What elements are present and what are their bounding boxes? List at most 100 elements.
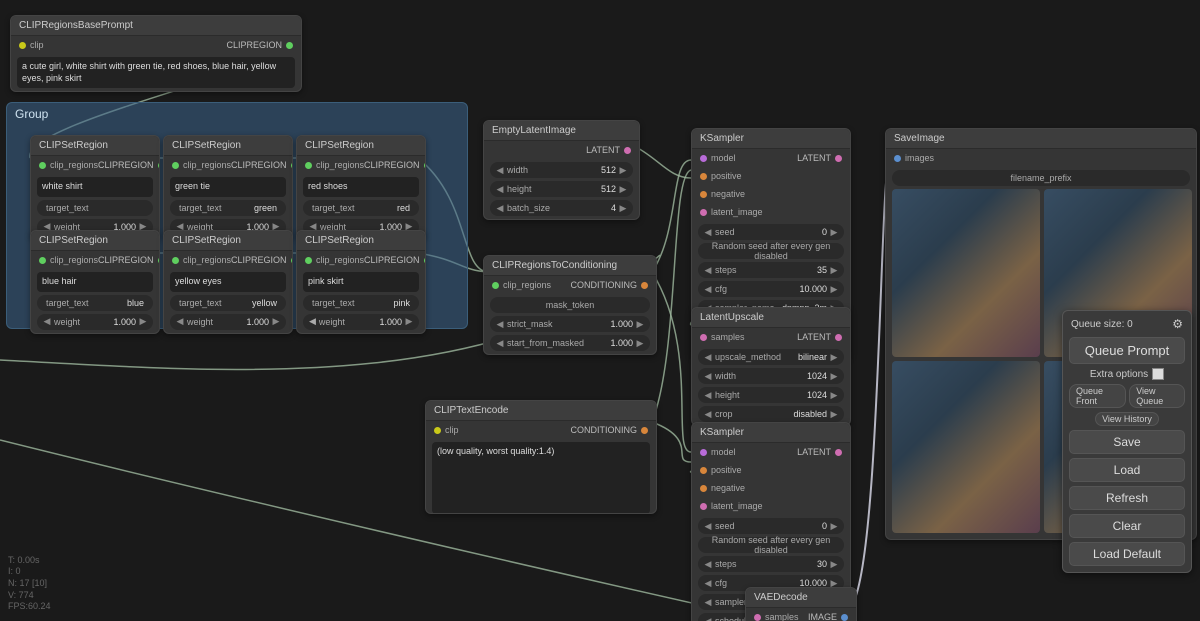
port-samples-in[interactable] (754, 614, 761, 621)
node-clip-set-region-hair[interactable]: CLIPSetRegion clip_regionsCLIPREGION blu… (30, 230, 160, 334)
port-in[interactable] (39, 162, 46, 169)
strict-mask-widget[interactable]: ◀strict_mask1.000▶ (490, 316, 650, 332)
height-widget[interactable]: ◀height512▶ (490, 181, 633, 197)
gear-icon[interactable]: ⚙ (1172, 317, 1183, 331)
steps-widget[interactable]: ◀steps35▶ (698, 262, 844, 278)
node-title: CLIPRegionsToConditioning (484, 256, 656, 276)
port-in[interactable] (172, 257, 179, 264)
node-clip-set-region-skirt[interactable]: CLIPSetRegion clip_regionsCLIPREGION pin… (296, 230, 426, 334)
region-text[interactable]: blue hair (37, 272, 153, 292)
neg-prompt-text[interactable]: (low quality, worst quality:1.4) (432, 442, 650, 514)
view-queue-button[interactable]: View Queue (1129, 384, 1185, 408)
width-widget[interactable]: ◀width1024▶ (698, 368, 844, 384)
node-clip-regions-to-conditioning[interactable]: CLIPRegionsToConditioning clip_regionsCO… (483, 255, 657, 355)
region-text[interactable]: red shoes (303, 177, 419, 197)
port-in[interactable] (172, 162, 179, 169)
cfg-widget[interactable]: ◀cfg10.000▶ (698, 281, 844, 297)
port-latent-in[interactable] (700, 503, 707, 510)
node-vae-decode[interactable]: VAEDecode samplesIMAGE vae (745, 587, 857, 621)
node-clip-set-region-tie[interactable]: CLIPSetRegion clip_regionsCLIPREGION gre… (163, 135, 293, 239)
port-out[interactable] (424, 257, 426, 264)
width-widget[interactable]: ◀width512▶ (490, 162, 633, 178)
node-graph-canvas[interactable]: Group CLIPRegionsBasePrompt clip CLIPREG… (0, 0, 1200, 621)
port-out[interactable] (291, 257, 293, 264)
port-in[interactable] (39, 257, 46, 264)
clear-button[interactable]: Clear (1069, 514, 1185, 538)
port-clip-in[interactable] (434, 427, 441, 434)
target-text-widget[interactable]: target_textyellow (170, 295, 286, 311)
port-out[interactable] (158, 162, 160, 169)
queue-prompt-button[interactable]: Queue Prompt (1069, 337, 1185, 364)
node-title: CLIPSetRegion (297, 231, 425, 251)
weight-widget[interactable]: ◀weight1.000▶ (170, 314, 286, 330)
save-button[interactable]: Save (1069, 430, 1185, 454)
random-seed-widget[interactable]: Random seed after every gen disabled (698, 537, 844, 553)
port-cond-out[interactable] (641, 282, 648, 289)
crop-widget[interactable]: ◀cropdisabled▶ (698, 406, 844, 422)
port-model-in[interactable] (700, 155, 707, 162)
node-clip-set-region-eyes[interactable]: CLIPSetRegion clip_regionsCLIPREGION yel… (163, 230, 293, 334)
port-positive-in[interactable] (700, 467, 707, 474)
region-text[interactable]: pink skirt (303, 272, 419, 292)
port-out[interactable] (291, 162, 293, 169)
port-cond-out[interactable] (641, 427, 648, 434)
upscale-method-widget[interactable]: ◀upscale_methodbilinear▶ (698, 349, 844, 365)
port-negative-in[interactable] (700, 191, 707, 198)
port-latent-in[interactable] (700, 209, 707, 216)
node-clip-regions-base-prompt[interactable]: CLIPRegionsBasePrompt clip CLIPREGION a … (10, 15, 302, 92)
port-in[interactable] (305, 257, 312, 264)
weight-widget[interactable]: ◀weight1.000▶ (303, 314, 419, 330)
height-widget[interactable]: ◀height1024▶ (698, 387, 844, 403)
node-clip-set-region-shoes[interactable]: CLIPSetRegion clip_regionsCLIPREGION red… (296, 135, 426, 239)
queue-size-label: Queue size: 0 (1071, 319, 1133, 330)
steps-widget[interactable]: ◀steps30▶ (698, 556, 844, 572)
port-label: clip (30, 40, 44, 50)
random-seed-widget[interactable]: Random seed after every gen disabled (698, 243, 844, 259)
region-text[interactable]: yellow eyes (170, 272, 286, 292)
port-latent-out[interactable] (835, 155, 842, 162)
port-latent-out[interactable] (835, 449, 842, 456)
port-samples-in[interactable] (700, 334, 707, 341)
node-title: CLIPSetRegion (164, 231, 292, 251)
port-latent-out[interactable] (624, 147, 631, 154)
node-title: KSampler (692, 423, 850, 443)
port-out[interactable] (158, 257, 160, 264)
queue-front-button[interactable]: Queue Front (1069, 384, 1126, 408)
seed-widget[interactable]: ◀seed0▶ (698, 518, 844, 534)
mask-token-widget[interactable]: mask_token (490, 297, 650, 313)
port-image-out[interactable] (841, 614, 848, 621)
port-out[interactable] (424, 162, 426, 169)
port-negative-in[interactable] (700, 485, 707, 492)
start-from-masked-widget[interactable]: ◀start_from_masked1.000▶ (490, 335, 650, 351)
node-latent-upscale[interactable]: LatentUpscale samplesLATENT ◀upscale_met… (691, 307, 851, 426)
seed-widget[interactable]: ◀seed0▶ (698, 224, 844, 240)
load-button[interactable]: Load (1069, 458, 1185, 482)
region-text[interactable]: white shirt (37, 177, 153, 197)
target-text-widget[interactable]: target_textpink (303, 295, 419, 311)
target-text-widget[interactable]: target_textred (303, 200, 419, 216)
view-history-button[interactable]: View History (1095, 412, 1159, 426)
port-model-in[interactable] (700, 449, 707, 456)
region-text[interactable]: green tie (170, 177, 286, 197)
refresh-button[interactable]: Refresh (1069, 486, 1185, 510)
port-in[interactable] (305, 162, 312, 169)
port-latent-out[interactable] (835, 334, 842, 341)
load-default-button[interactable]: Load Default (1069, 542, 1185, 566)
weight-widget[interactable]: ◀weight1.000▶ (37, 314, 153, 330)
batch-widget[interactable]: ◀batch_size4▶ (490, 200, 633, 216)
node-clip-set-region-shirt[interactable]: CLIPSetRegion clip_regionsCLIPREGION whi… (30, 135, 160, 239)
port-positive-in[interactable] (700, 173, 707, 180)
target-text-widget[interactable]: target_text (37, 200, 153, 216)
port-in[interactable] (492, 282, 499, 289)
port-clip-in[interactable] (19, 42, 26, 49)
prompt-text[interactable]: a cute girl, white shirt with green tie,… (17, 57, 295, 88)
node-empty-latent-image[interactable]: EmptyLatentImage LATENT ◀width512▶ ◀heig… (483, 120, 640, 220)
node-clip-text-encode[interactable]: CLIPTextEncode clipCONDITIONING (low qua… (425, 400, 657, 514)
extra-options-checkbox[interactable] (1152, 368, 1164, 380)
control-menu[interactable]: Queue size: 0 ⚙ Queue Prompt Extra optio… (1062, 310, 1192, 573)
port-clipregion-out[interactable] (286, 42, 293, 49)
target-text-widget[interactable]: target_textgreen (170, 200, 286, 216)
filename-prefix-widget[interactable]: filename_prefix (892, 170, 1190, 186)
target-text-widget[interactable]: target_textblue (37, 295, 153, 311)
port-images-in[interactable] (894, 155, 901, 162)
